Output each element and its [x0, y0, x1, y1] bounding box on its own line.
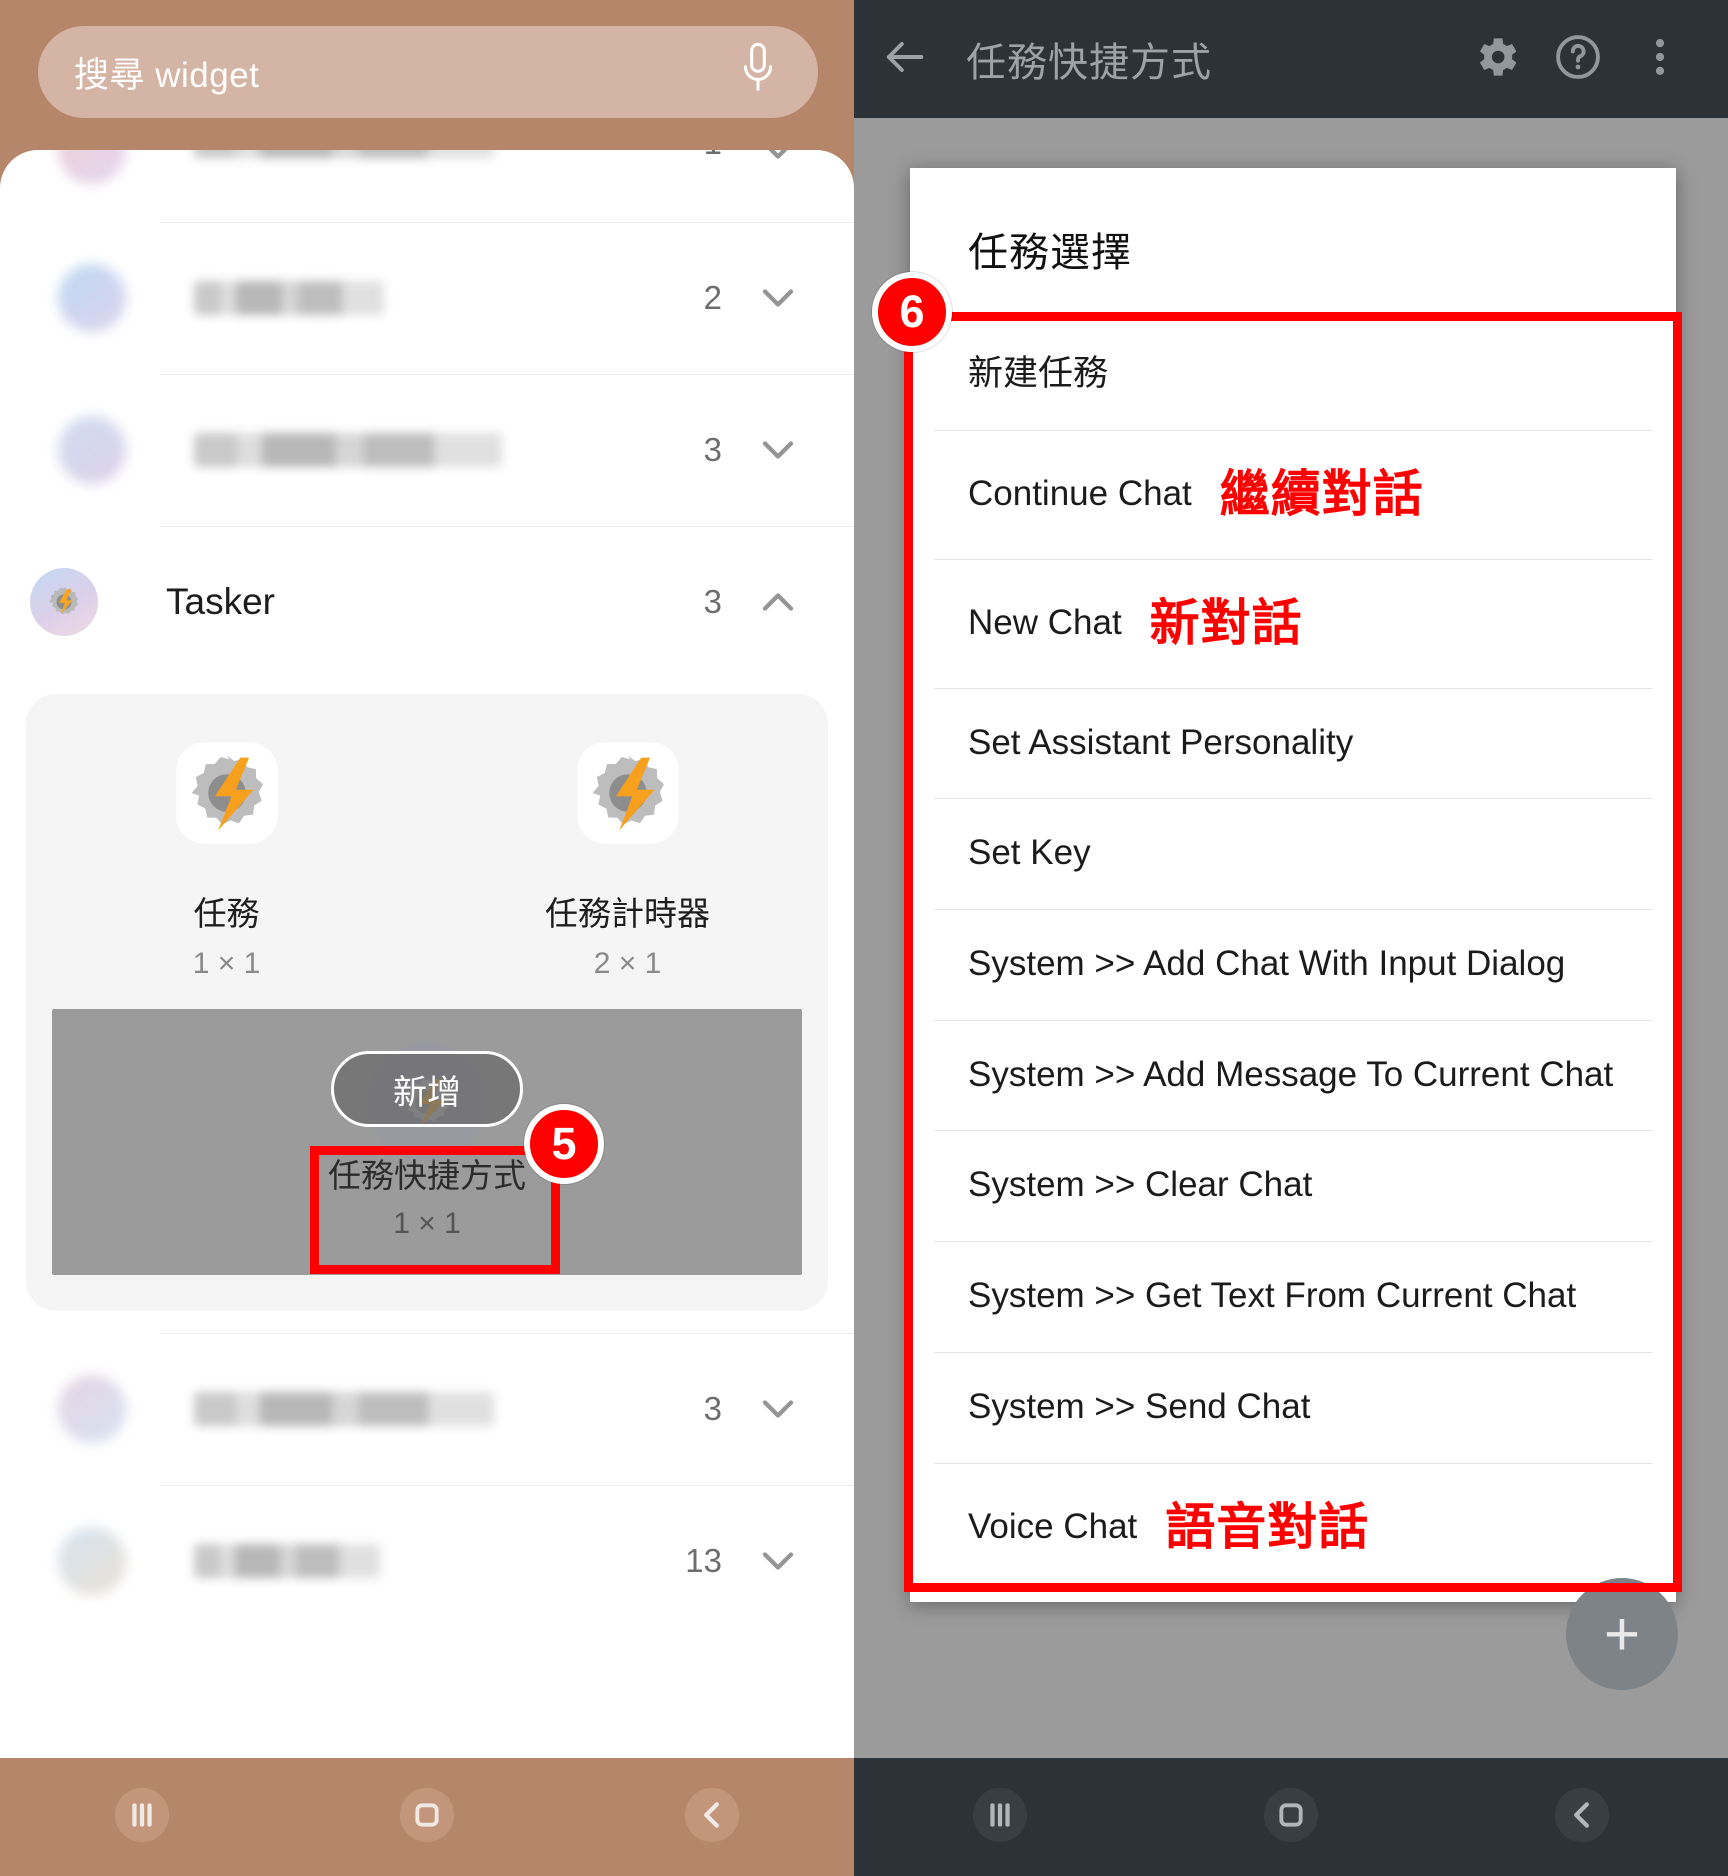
- task-annotation-zh: 新對話: [1149, 594, 1303, 651]
- home-icon[interactable]: [1262, 1786, 1320, 1849]
- task-selection-dialog: 任務選擇 新建任務 Continue Chat 繼續對話 New Chat 新對…: [910, 168, 1676, 1602]
- app-name: [194, 433, 704, 467]
- widget-preview-item[interactable]: 任務計時器 2 × 1: [427, 740, 828, 981]
- search-input[interactable]: 搜尋 widget: [74, 47, 259, 98]
- back-icon[interactable]: [1553, 1786, 1611, 1849]
- tasker-task-shortcut-panel: 任務快捷方式 任務選擇 新建任務 Continue Chat 繼續對話 New …: [854, 0, 1728, 1876]
- list-item[interactable]: 2: [0, 222, 854, 374]
- gear-icon[interactable]: [1470, 31, 1522, 88]
- add-task-fab[interactable]: +: [1566, 1578, 1678, 1690]
- chevron-up-icon[interactable]: [752, 576, 804, 628]
- list-item[interactable]: 13: [0, 1485, 854, 1637]
- task-list: 新建任務 Continue Chat 繼續對話 New Chat 新對話 Set…: [910, 318, 1676, 1602]
- tasker-widget-icon: [575, 740, 681, 851]
- task-list-item[interactable]: System >> Add Message To Current Chat: [910, 1019, 1676, 1131]
- app-widget-count: 3: [703, 431, 722, 468]
- annotation-badge-5: 5: [524, 1104, 604, 1184]
- task-annotation-zh: 語音對話: [1165, 1498, 1370, 1555]
- task-label: System >> Send Chat: [968, 1386, 1311, 1426]
- app-icon: [58, 1375, 126, 1443]
- system-navigation-bar: [0, 1758, 854, 1876]
- tasker-widget-icon: [174, 740, 280, 851]
- task-list-item[interactable]: Continue Chat 繼續對話: [910, 429, 1676, 559]
- recents-icon[interactable]: [113, 1786, 171, 1849]
- list-item-tasker[interactable]: Tasker 3: [0, 526, 854, 678]
- page-title: 任務快捷方式: [966, 41, 1212, 85]
- task-label: System >> Add Chat With Input Dialog: [968, 944, 1566, 984]
- task-annotation-zh: 繼續對話: [1219, 465, 1424, 522]
- app-widget-count: 3: [703, 1390, 722, 1427]
- widget-size: 1 × 1: [192, 947, 261, 980]
- widget-list-sheet: 1 2 3: [0, 150, 854, 1800]
- task-label: 新建任務: [968, 354, 1109, 393]
- app-name: Tasker: [166, 581, 275, 622]
- widget-preview-panel: 任務 1 × 1 任務計時器 2 × 1 新增 任務快捷方式 1 × 1: [26, 694, 828, 1311]
- widget-label: 任務計時器: [545, 895, 710, 932]
- list-item[interactable]: 1: [0, 150, 854, 222]
- task-label: Set Assistant Personality: [968, 722, 1354, 762]
- app-widget-count: 1: [704, 150, 722, 162]
- task-list-item[interactable]: Voice Chat 語音對話: [910, 1462, 1676, 1602]
- app-widget-count: 3: [703, 583, 722, 620]
- task-label: System >> Add Message To Current Chat: [968, 1054, 1614, 1094]
- system-navigation-bar: [854, 1758, 1728, 1876]
- app-icon: [58, 264, 126, 332]
- chevron-down-icon[interactable]: [752, 150, 804, 176]
- back-arrow-icon[interactable]: [878, 31, 930, 88]
- task-label: Continue Chat: [968, 473, 1192, 513]
- tasker-gear-bolt-icon: [30, 568, 98, 636]
- recents-icon[interactable]: [971, 1786, 1029, 1849]
- task-list-item[interactable]: 新建任務: [910, 319, 1676, 430]
- widget-preview-item[interactable]: 任務 1 × 1: [26, 740, 427, 981]
- search-widget-bar[interactable]: 搜尋 widget: [38, 26, 818, 118]
- task-label: System >> Clear Chat: [968, 1165, 1313, 1205]
- list-item[interactable]: 3: [0, 1333, 854, 1485]
- screenshot-root: 搜尋 widget 1: [0, 0, 1728, 1876]
- chevron-down-icon[interactable]: [752, 424, 804, 476]
- app-icon: [58, 1527, 126, 1595]
- add-button[interactable]: 新增: [331, 1051, 523, 1127]
- app-icon: [58, 150, 126, 184]
- widget-label: 任務: [193, 895, 260, 932]
- dialog-title: 任務選擇: [968, 231, 1132, 275]
- task-list-item[interactable]: System >> Send Chat: [910, 1351, 1676, 1463]
- app-widget-count: 2: [703, 279, 722, 316]
- home-icon[interactable]: [398, 1786, 456, 1849]
- help-circle-icon[interactable]: [1552, 31, 1604, 88]
- selected-widget-preview[interactable]: 新增 任務快捷方式 1 × 1: [52, 1009, 802, 1275]
- widget-size: 1 × 1: [393, 1207, 461, 1240]
- app-name: [194, 1544, 685, 1578]
- task-list-item[interactable]: New Chat 新對話: [910, 558, 1676, 688]
- annotation-badge-6: 6: [872, 272, 952, 352]
- microphone-icon[interactable]: [736, 42, 780, 102]
- widget-size: 2 × 1: [593, 947, 662, 980]
- chevron-down-icon[interactable]: [752, 272, 804, 324]
- task-label: Voice Chat: [968, 1506, 1138, 1546]
- task-label: Set Key: [968, 833, 1091, 873]
- task-list-item[interactable]: Set Key: [910, 798, 1676, 909]
- app-name: [194, 150, 704, 158]
- chevron-down-icon[interactable]: [752, 1535, 804, 1587]
- app-name: [194, 1392, 704, 1426]
- more-vertical-icon[interactable]: [1634, 31, 1686, 88]
- back-icon[interactable]: [683, 1786, 741, 1849]
- list-item[interactable]: 3: [0, 374, 854, 526]
- chevron-down-icon[interactable]: [752, 1383, 804, 1435]
- app-bar: 任務快捷方式: [854, 0, 1728, 118]
- widget-picker-panel: 搜尋 widget 1: [0, 0, 854, 1876]
- app-widget-count: 13: [685, 1542, 722, 1579]
- task-list-item[interactable]: System >> Get Text From Current Chat: [910, 1241, 1676, 1352]
- task-list-item[interactable]: System >> Clear Chat: [910, 1130, 1676, 1241]
- app-name: [194, 281, 704, 315]
- task-list-item[interactable]: System >> Add Chat With Input Dialog: [910, 909, 1676, 1020]
- app-icon: [58, 416, 126, 484]
- task-label: System >> Get Text From Current Chat: [968, 1276, 1577, 1316]
- task-list-item[interactable]: Set Assistant Personality: [910, 687, 1676, 799]
- task-label: New Chat: [968, 602, 1122, 642]
